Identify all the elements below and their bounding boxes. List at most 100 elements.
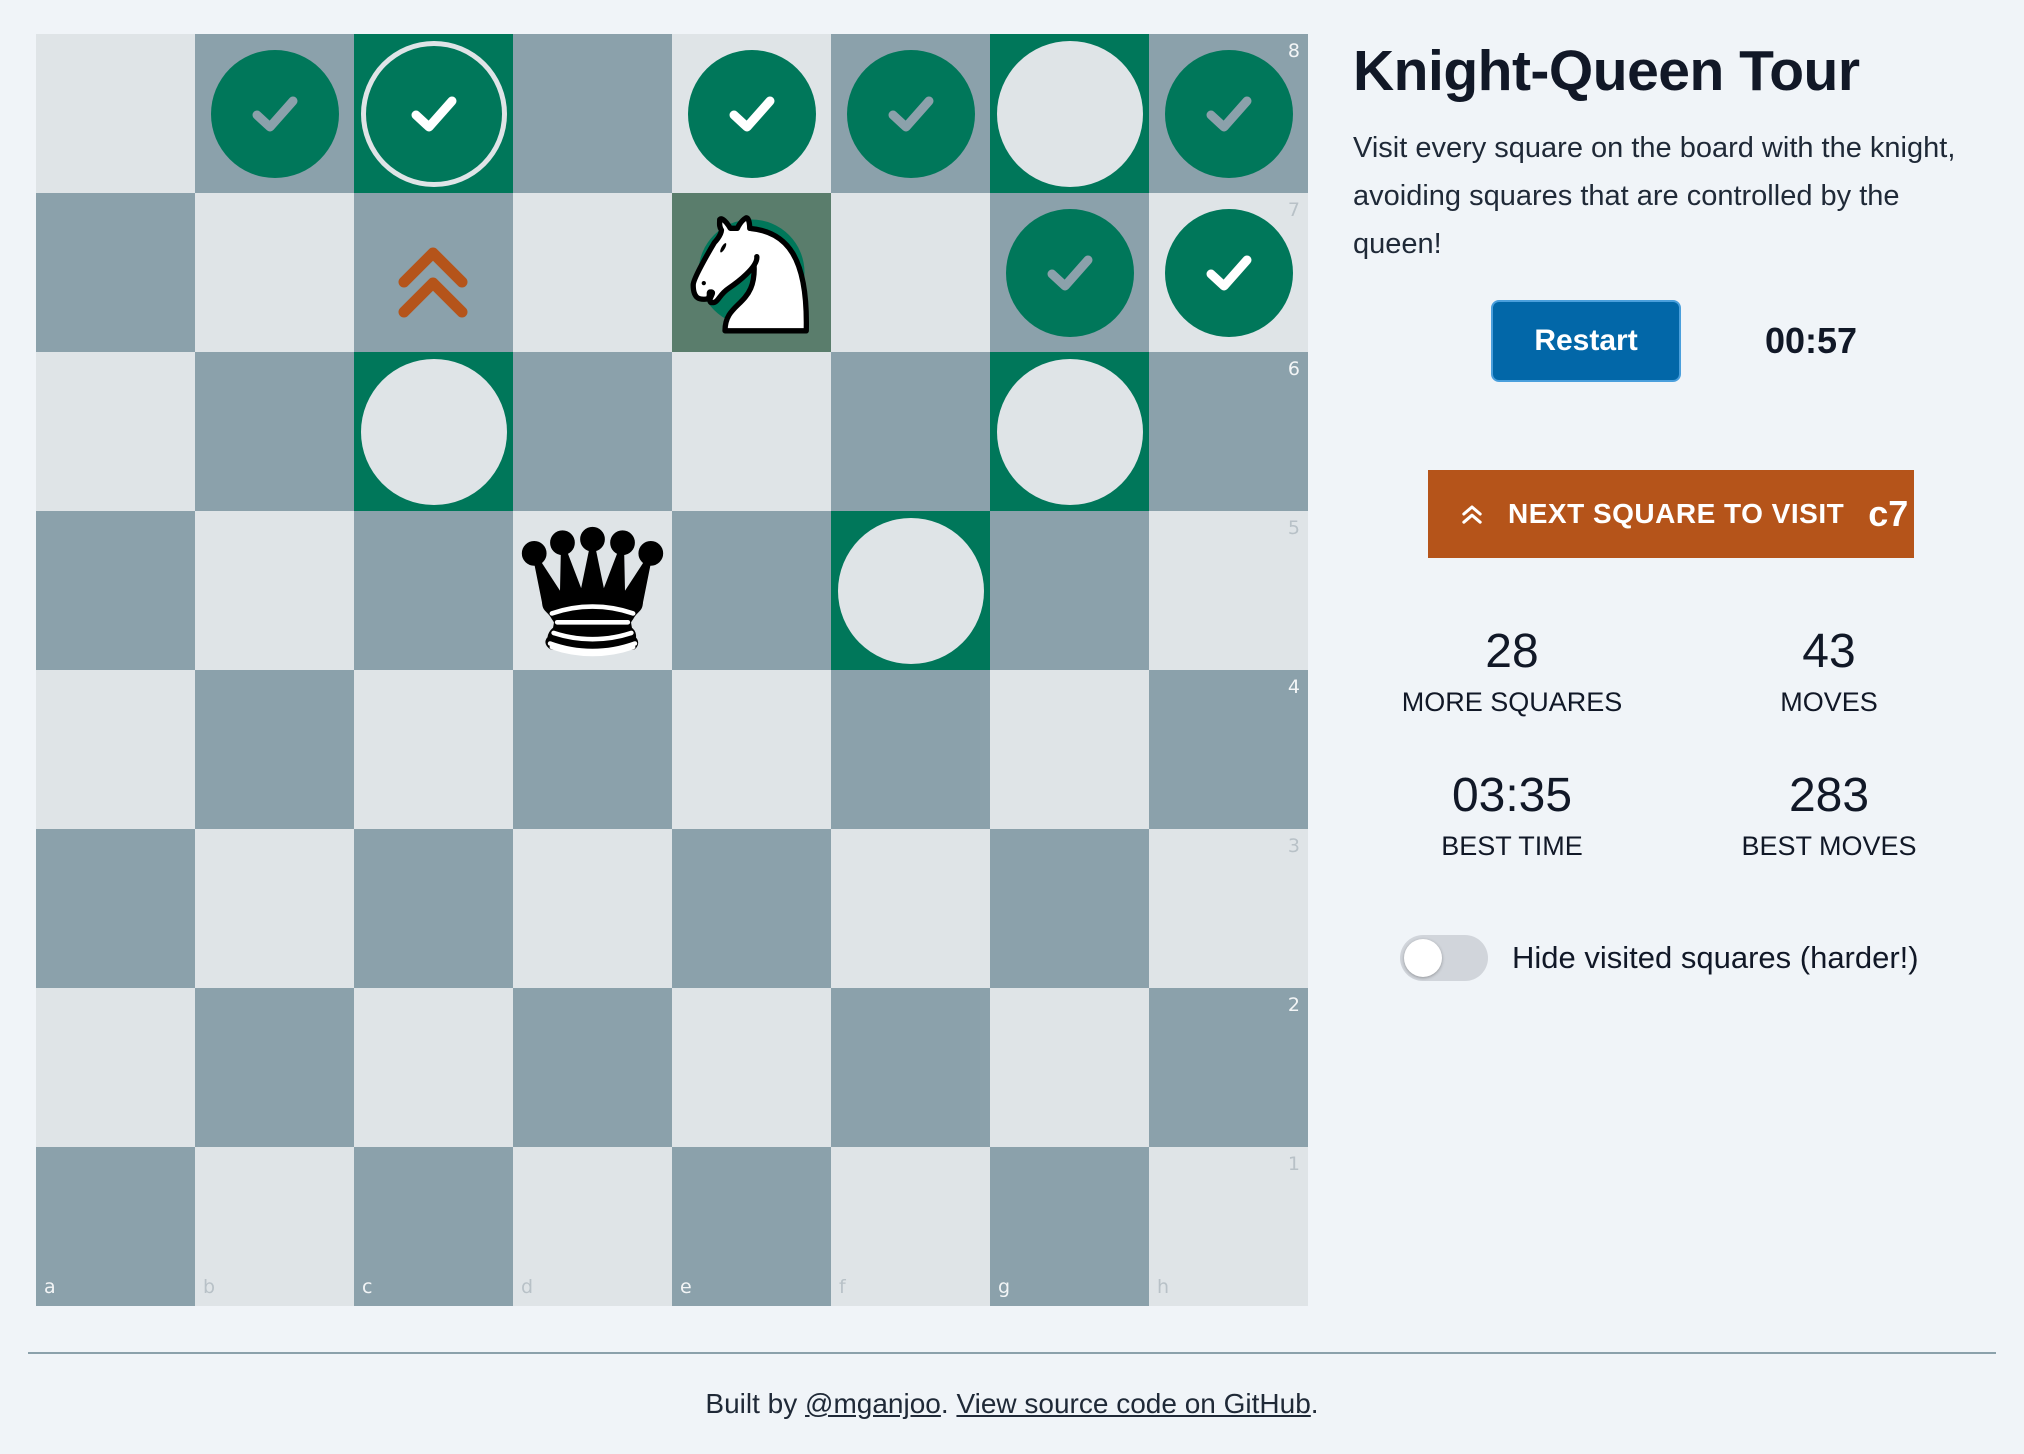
square-b5[interactable]	[195, 511, 354, 670]
square-h2[interactable]: 2	[1149, 988, 1308, 1147]
square-c4[interactable]	[354, 670, 513, 829]
square-c1[interactable]: c	[354, 1147, 513, 1306]
stat-value: 28	[1485, 625, 1539, 678]
author-link[interactable]: @mganjoo	[805, 1388, 941, 1419]
square-f5[interactable]	[831, 511, 990, 670]
square-e2[interactable]	[672, 988, 831, 1147]
white-knight-icon	[690, 215, 809, 334]
square-d3[interactable]	[513, 829, 672, 988]
next-square-value: c7	[1868, 493, 1909, 534]
square-h1[interactable]: 1h	[1149, 1147, 1308, 1306]
square-b8[interactable]	[195, 34, 354, 193]
square-h6[interactable]: 6	[1149, 352, 1308, 511]
stat-label: BEST TIME	[1441, 831, 1583, 861]
stat-best-moves: 283 BEST MOVES	[1699, 768, 1959, 862]
restart-button[interactable]: Restart	[1491, 300, 1681, 382]
square-d2[interactable]	[513, 988, 672, 1147]
side-panel: Knight-Queen Tour Visit every square on …	[1353, 34, 1993, 390]
file-label: c	[362, 1276, 373, 1298]
square-b1[interactable]: b	[195, 1147, 354, 1306]
footer: Built by @mganjoo. View source code on G…	[0, 1388, 2024, 1420]
timer: 00:57	[1764, 320, 1858, 361]
square-e8[interactable]	[672, 34, 831, 193]
square-e4[interactable]	[672, 670, 831, 829]
square-h7[interactable]: 7	[1149, 193, 1308, 352]
square-b3[interactable]	[195, 829, 354, 988]
square-a6[interactable]	[36, 352, 195, 511]
square-g2[interactable]	[990, 988, 1149, 1147]
square-c6[interactable]	[354, 352, 513, 511]
visited-marker	[360, 40, 507, 187]
square-c8[interactable]	[354, 34, 513, 193]
square-b7[interactable]	[195, 193, 354, 352]
square-f7[interactable]	[831, 193, 990, 352]
page-title: Knight-Queen Tour	[1353, 39, 1860, 103]
stat-value: 03:35	[1451, 769, 1573, 822]
square-c2[interactable]	[354, 988, 513, 1147]
square-e6[interactable]	[672, 352, 831, 511]
double-chevron-up-icon	[1462, 505, 1482, 524]
square-f3[interactable]	[831, 829, 990, 988]
file-label: g	[998, 1276, 1011, 1298]
square-a2[interactable]	[36, 988, 195, 1147]
square-h4[interactable]: 4	[1149, 670, 1308, 829]
stat-best-time: 03:35 BEST TIME	[1382, 768, 1642, 862]
visited-marker	[687, 49, 816, 178]
stat-value: 43	[1802, 625, 1856, 678]
visited-marker	[1164, 49, 1293, 178]
hide-visited-toggle[interactable]	[1400, 935, 1488, 981]
square-e7[interactable]	[672, 193, 831, 352]
square-h3[interactable]: 3	[1149, 829, 1308, 988]
source-code-link[interactable]: View source code on GitHub	[956, 1388, 1310, 1419]
square-f4[interactable]	[831, 670, 990, 829]
square-a3[interactable]	[36, 829, 195, 988]
square-f2[interactable]	[831, 988, 990, 1147]
square-d1[interactable]: d	[513, 1147, 672, 1306]
square-e5[interactable]	[672, 511, 831, 670]
rank-label: 2	[1287, 994, 1300, 1016]
square-c7[interactable]	[354, 193, 513, 352]
visited-marker	[1164, 208, 1293, 337]
square-d6[interactable]	[513, 352, 672, 511]
square-d8[interactable]	[513, 34, 672, 193]
square-f6[interactable]	[831, 352, 990, 511]
square-f1[interactable]: f	[831, 1147, 990, 1306]
square-a5[interactable]	[36, 511, 195, 670]
stat-value: 283	[1788, 769, 1870, 822]
rank-label: 6	[1287, 358, 1300, 380]
square-d4[interactable]	[513, 670, 672, 829]
file-label: e	[680, 1276, 692, 1298]
square-a7[interactable]	[36, 193, 195, 352]
visited-marker	[210, 49, 339, 178]
square-e3[interactable]	[672, 829, 831, 988]
square-g5[interactable]	[990, 511, 1149, 670]
square-c5[interactable]	[354, 511, 513, 670]
stat-label: BEST MOVES	[1741, 831, 1917, 861]
square-g6[interactable]	[990, 352, 1149, 511]
square-a1[interactable]: a	[36, 1147, 195, 1306]
square-b6[interactable]	[195, 352, 354, 511]
rank-label: 7	[1287, 199, 1300, 221]
square-b4[interactable]	[195, 670, 354, 829]
square-b2[interactable]	[195, 988, 354, 1147]
square-g7[interactable]	[990, 193, 1149, 352]
square-g4[interactable]	[990, 670, 1149, 829]
square-d5[interactable]	[513, 511, 672, 670]
square-f8[interactable]	[831, 34, 990, 193]
stat-more-squares: 28 MORE SQUARES	[1382, 624, 1642, 718]
square-g3[interactable]	[990, 829, 1149, 988]
square-a4[interactable]	[36, 670, 195, 829]
square-h8[interactable]: 8	[1149, 34, 1308, 193]
next-square-marker-icon	[398, 247, 468, 318]
visited-marker	[846, 49, 975, 178]
file-label: f	[839, 1276, 846, 1298]
target-marker	[837, 517, 984, 664]
square-c3[interactable]	[354, 829, 513, 988]
stat-moves: 43 MOVES	[1699, 624, 1959, 718]
square-e1[interactable]: e	[672, 1147, 831, 1306]
square-g1[interactable]: g	[990, 1147, 1149, 1306]
square-g8[interactable]	[990, 34, 1149, 193]
square-a8[interactable]	[36, 34, 195, 193]
square-d7[interactable]	[513, 193, 672, 352]
square-h5[interactable]: 5	[1149, 511, 1308, 670]
